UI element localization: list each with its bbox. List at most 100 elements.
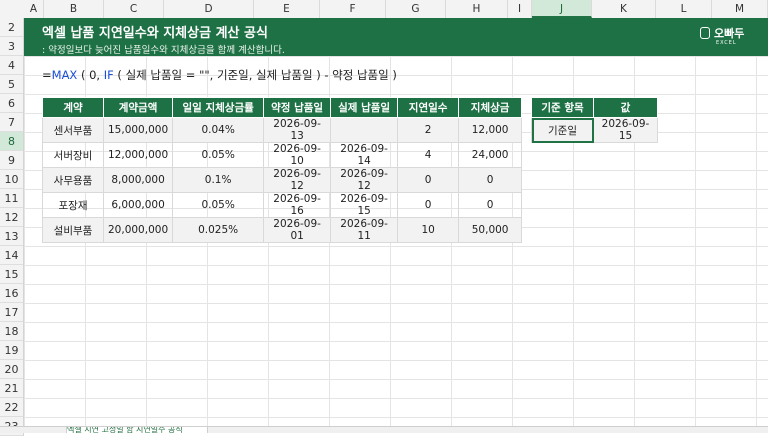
cell-penalty[interactable]: 50,000 — [458, 217, 523, 243]
cell-amount[interactable]: 6,000,000 — [102, 192, 174, 218]
cell-due-date[interactable]: 2026-09-12 — [263, 167, 332, 193]
header-value[interactable]: 값 — [593, 97, 658, 118]
column-header-h[interactable]: H — [446, 0, 508, 18]
row-header-bar: 2 3 4 5 6 7 8 9 10 11 12 13 14 15 16 17 … — [0, 18, 24, 436]
header-contract[interactable]: 계약 — [42, 97, 104, 118]
row-header[interactable]: 18 — [0, 322, 23, 341]
column-header-m[interactable]: M — [712, 0, 768, 18]
row-header[interactable]: 15 — [0, 265, 23, 284]
cell-delay-days[interactable]: 2 — [397, 117, 460, 143]
cell-due-date[interactable]: 2026-09-10 — [263, 142, 332, 168]
cell-daily-rate[interactable]: 0.1% — [172, 167, 265, 193]
header-delay-days[interactable]: 지연일수 — [397, 97, 460, 118]
row-header[interactable]: 7 — [0, 113, 23, 132]
column-header-g[interactable]: G — [386, 0, 446, 18]
cell-contract[interactable]: 서버장비 — [42, 142, 104, 168]
header-criterion[interactable]: 기준 항목 — [531, 97, 594, 118]
cell-amount[interactable]: 8,000,000 — [102, 167, 174, 193]
table-row: 센서부품 15,000,000 0.04% 2026-09-13 2 12,00… — [42, 117, 523, 143]
cell-delay-days[interactable]: 0 — [397, 192, 460, 218]
column-header-c[interactable]: C — [104, 0, 164, 18]
logo-tag: EXCEL — [716, 40, 737, 46]
row-header[interactable]: 11 — [0, 189, 23, 208]
column-header-d[interactable]: D — [164, 0, 254, 18]
cell-criterion-selected[interactable]: 기준일 — [531, 117, 594, 143]
cell-amount[interactable]: 12,000,000 — [102, 142, 174, 168]
cell-amount[interactable]: 15,000,000 — [102, 117, 174, 143]
row-header[interactable]: 2 — [0, 18, 23, 37]
row-header[interactable]: 13 — [0, 227, 23, 246]
cell-due-date[interactable]: 2026-09-01 — [263, 217, 332, 243]
cell-daily-rate[interactable]: 0.025% — [172, 217, 265, 243]
logo-name: 오빠두 — [714, 27, 745, 40]
row-header[interactable]: 21 — [0, 379, 23, 398]
cell-daily-rate[interactable]: 0.05% — [172, 142, 265, 168]
row-header[interactable]: 17 — [0, 303, 23, 322]
cell-contract[interactable]: 포장재 — [42, 192, 104, 218]
cell-amount[interactable]: 20,000,000 — [102, 217, 174, 243]
row-header-selected[interactable]: 8 — [0, 132, 23, 151]
cell-delay-days[interactable]: 10 — [397, 217, 460, 243]
cell-actual-date[interactable] — [330, 117, 399, 143]
formula-prefix: = — [42, 68, 52, 82]
cell-penalty[interactable]: 24,000 — [458, 142, 523, 168]
header-amount[interactable]: 계약금액 — [102, 97, 174, 118]
sheet-title: 엑셀 납품 지연일수와 지체상금 계산 공식 — [42, 26, 268, 41]
row-header[interactable]: 5 — [0, 75, 23, 94]
header-penalty[interactable]: 지체상금 — [458, 97, 523, 118]
cell-penalty[interactable]: 0 — [458, 192, 523, 218]
row-header[interactable]: 19 — [0, 341, 23, 360]
cell-actual-date[interactable]: 2026-09-12 — [330, 167, 399, 193]
column-header-l[interactable]: L — [656, 0, 712, 18]
column-header-j[interactable]: J — [532, 0, 592, 18]
cell-penalty[interactable]: 0 — [458, 167, 523, 193]
table-row: 사무용품 8,000,000 0.1% 2026-09-12 2026-09-1… — [42, 167, 523, 193]
cell-actual-date[interactable]: 2026-09-11 — [330, 217, 399, 243]
sheet-tab[interactable]: 엑셀 지연 고정일 함 지연일수 공식 — [66, 427, 208, 433]
cell-actual-date[interactable]: 2026-09-15 — [330, 192, 399, 218]
cell-due-date[interactable]: 2026-09-16 — [263, 192, 332, 218]
column-header-b[interactable]: B — [44, 0, 104, 18]
row-header[interactable]: 20 — [0, 360, 23, 379]
column-header-e[interactable]: E — [254, 0, 320, 18]
table-row: 포장재 6,000,000 0.05% 2026-09-16 2026-09-1… — [42, 192, 523, 218]
formula-text[interactable]: =MAX ( 0, IF ( 실제 납품일 = "", 기준일, 실제 납품일 … — [42, 67, 397, 83]
sheet-subtitle: : 약정일보다 늦어진 납품일수와 지체상금을 함께 계산합니다. — [42, 45, 285, 56]
table-row: 기준일 2026-09-15 — [531, 117, 658, 143]
row-header[interactable]: 3 — [0, 37, 23, 56]
column-header-k[interactable]: K — [592, 0, 656, 18]
cell-actual-date[interactable]: 2026-09-14 — [330, 142, 399, 168]
cell-reference-date[interactable]: 2026-09-15 — [593, 117, 658, 143]
cell-due-date[interactable]: 2026-09-13 — [263, 117, 332, 143]
column-header-bar: A B C D E F G H I J K L M — [0, 0, 768, 19]
formula-fn-if: IF — [103, 68, 114, 82]
column-header-f[interactable]: F — [320, 0, 386, 18]
reference-table: 기준 항목 값 기준일 2026-09-15 — [531, 97, 658, 143]
logo-icon — [700, 27, 710, 39]
cell-penalty[interactable]: 12,000 — [458, 117, 523, 143]
cell-delay-days[interactable]: 4 — [397, 142, 460, 168]
row-header[interactable]: 10 — [0, 170, 23, 189]
formula-part2: ( 실제 납품일 = "", 기준일, 실제 납품일 ) - 약정 납품일 ) — [113, 68, 397, 82]
cell-contract[interactable]: 설비부품 — [42, 217, 104, 243]
row-header[interactable]: 4 — [0, 56, 23, 75]
formula-part1: ( 0, — [77, 68, 104, 82]
cell-daily-rate[interactable]: 0.04% — [172, 117, 265, 143]
cell-daily-rate[interactable]: 0.05% — [172, 192, 265, 218]
delivery-table: 계약 계약금액 일일 지체상금률 약정 납품일 실제 납품일 지연일수 지체상금… — [42, 97, 523, 243]
header-due-date[interactable]: 약정 납품일 — [263, 97, 332, 118]
row-header[interactable]: 14 — [0, 246, 23, 265]
row-header[interactable]: 6 — [0, 94, 23, 113]
cell-contract[interactable]: 센서부품 — [42, 117, 104, 143]
row-header[interactable]: 9 — [0, 151, 23, 170]
row-header[interactable]: 22 — [0, 398, 23, 417]
row-header[interactable]: 16 — [0, 284, 23, 303]
header-actual-date[interactable]: 실제 납품일 — [330, 97, 399, 118]
cell-contract[interactable]: 사무용품 — [42, 167, 104, 193]
cell-delay-days[interactable]: 0 — [397, 167, 460, 193]
row-header[interactable]: 12 — [0, 208, 23, 227]
table-row: 서버장비 12,000,000 0.05% 2026-09-10 2026-09… — [42, 142, 523, 168]
column-header-i[interactable]: I — [508, 0, 532, 18]
header-daily-rate[interactable]: 일일 지체상금률 — [172, 97, 265, 118]
column-header-a[interactable]: A — [24, 0, 44, 18]
